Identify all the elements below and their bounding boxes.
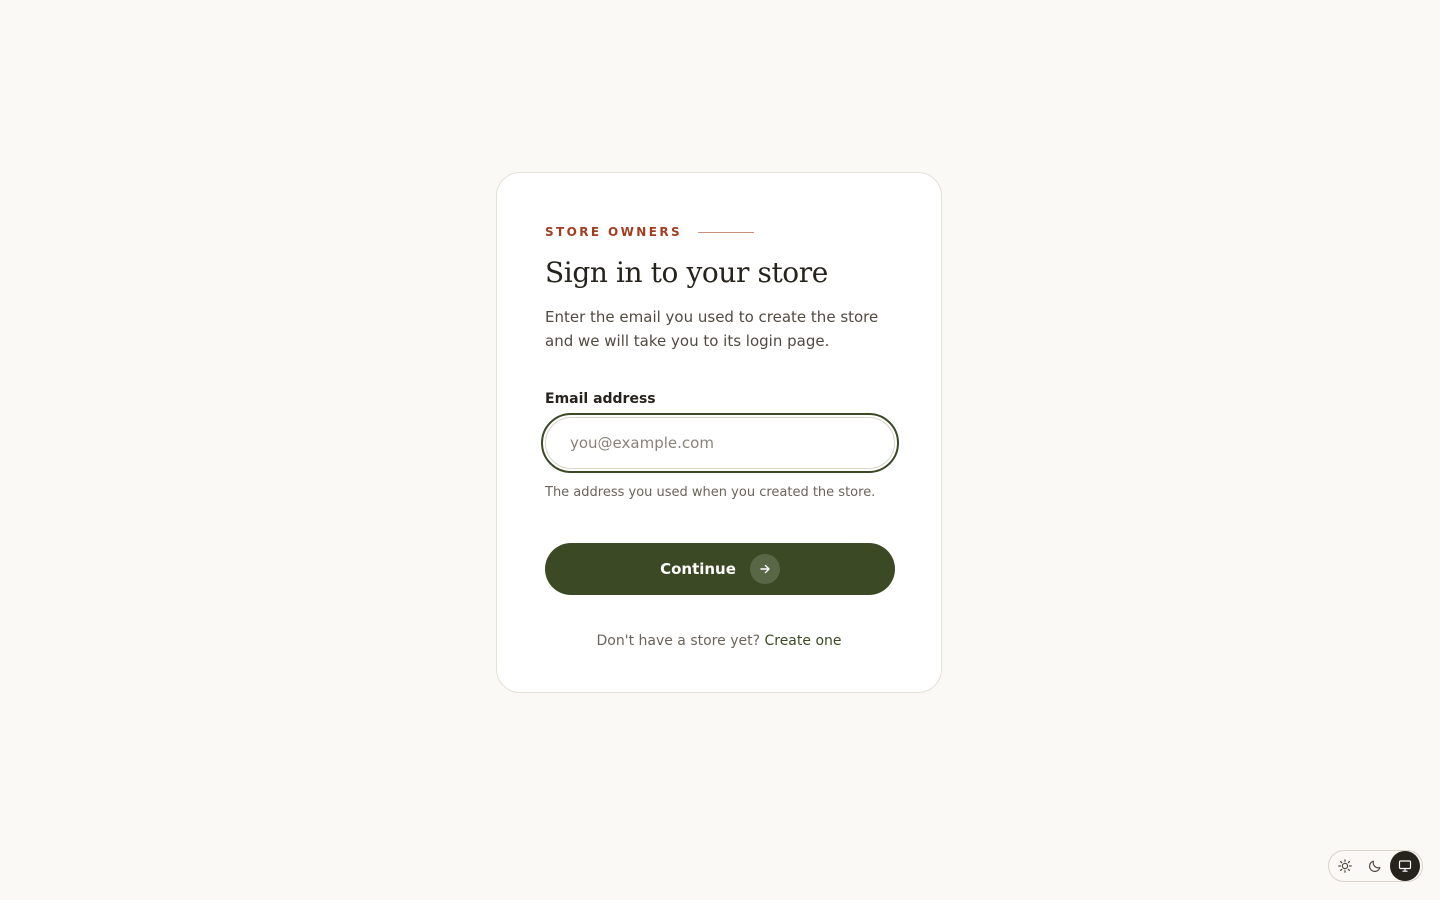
signin-card: STORE OWNERS Sign in to your store Enter… bbox=[496, 172, 942, 693]
create-store-link[interactable]: Create one bbox=[764, 633, 841, 649]
page-subtitle: Enter the email you used to create the s… bbox=[545, 308, 879, 350]
email-focus-ring bbox=[541, 413, 899, 473]
moon-icon[interactable] bbox=[1360, 851, 1390, 881]
eyebrow-label: STORE OWNERS bbox=[545, 225, 683, 239]
eyebrow-divider bbox=[698, 231, 755, 233]
sun-icon[interactable] bbox=[1330, 851, 1360, 881]
signup-prompt: Don't have a store yet? Create one bbox=[545, 631, 893, 651]
continue-label: Continue bbox=[660, 560, 736, 578]
email-label: Email address bbox=[545, 391, 656, 407]
arrow-right-icon bbox=[749, 554, 780, 584]
email-hint: The address you used when you created th… bbox=[545, 485, 876, 500]
email-input[interactable] bbox=[545, 417, 895, 469]
continue-button[interactable]: Continue bbox=[545, 543, 895, 595]
eyebrow: STORE OWNERS bbox=[545, 223, 893, 241]
page-title: Sign in to your store bbox=[545, 256, 828, 289]
theme-switch bbox=[1328, 850, 1423, 882]
monitor-icon[interactable] bbox=[1390, 851, 1420, 881]
signup-prompt-text: Don't have a store yet? bbox=[596, 633, 761, 649]
